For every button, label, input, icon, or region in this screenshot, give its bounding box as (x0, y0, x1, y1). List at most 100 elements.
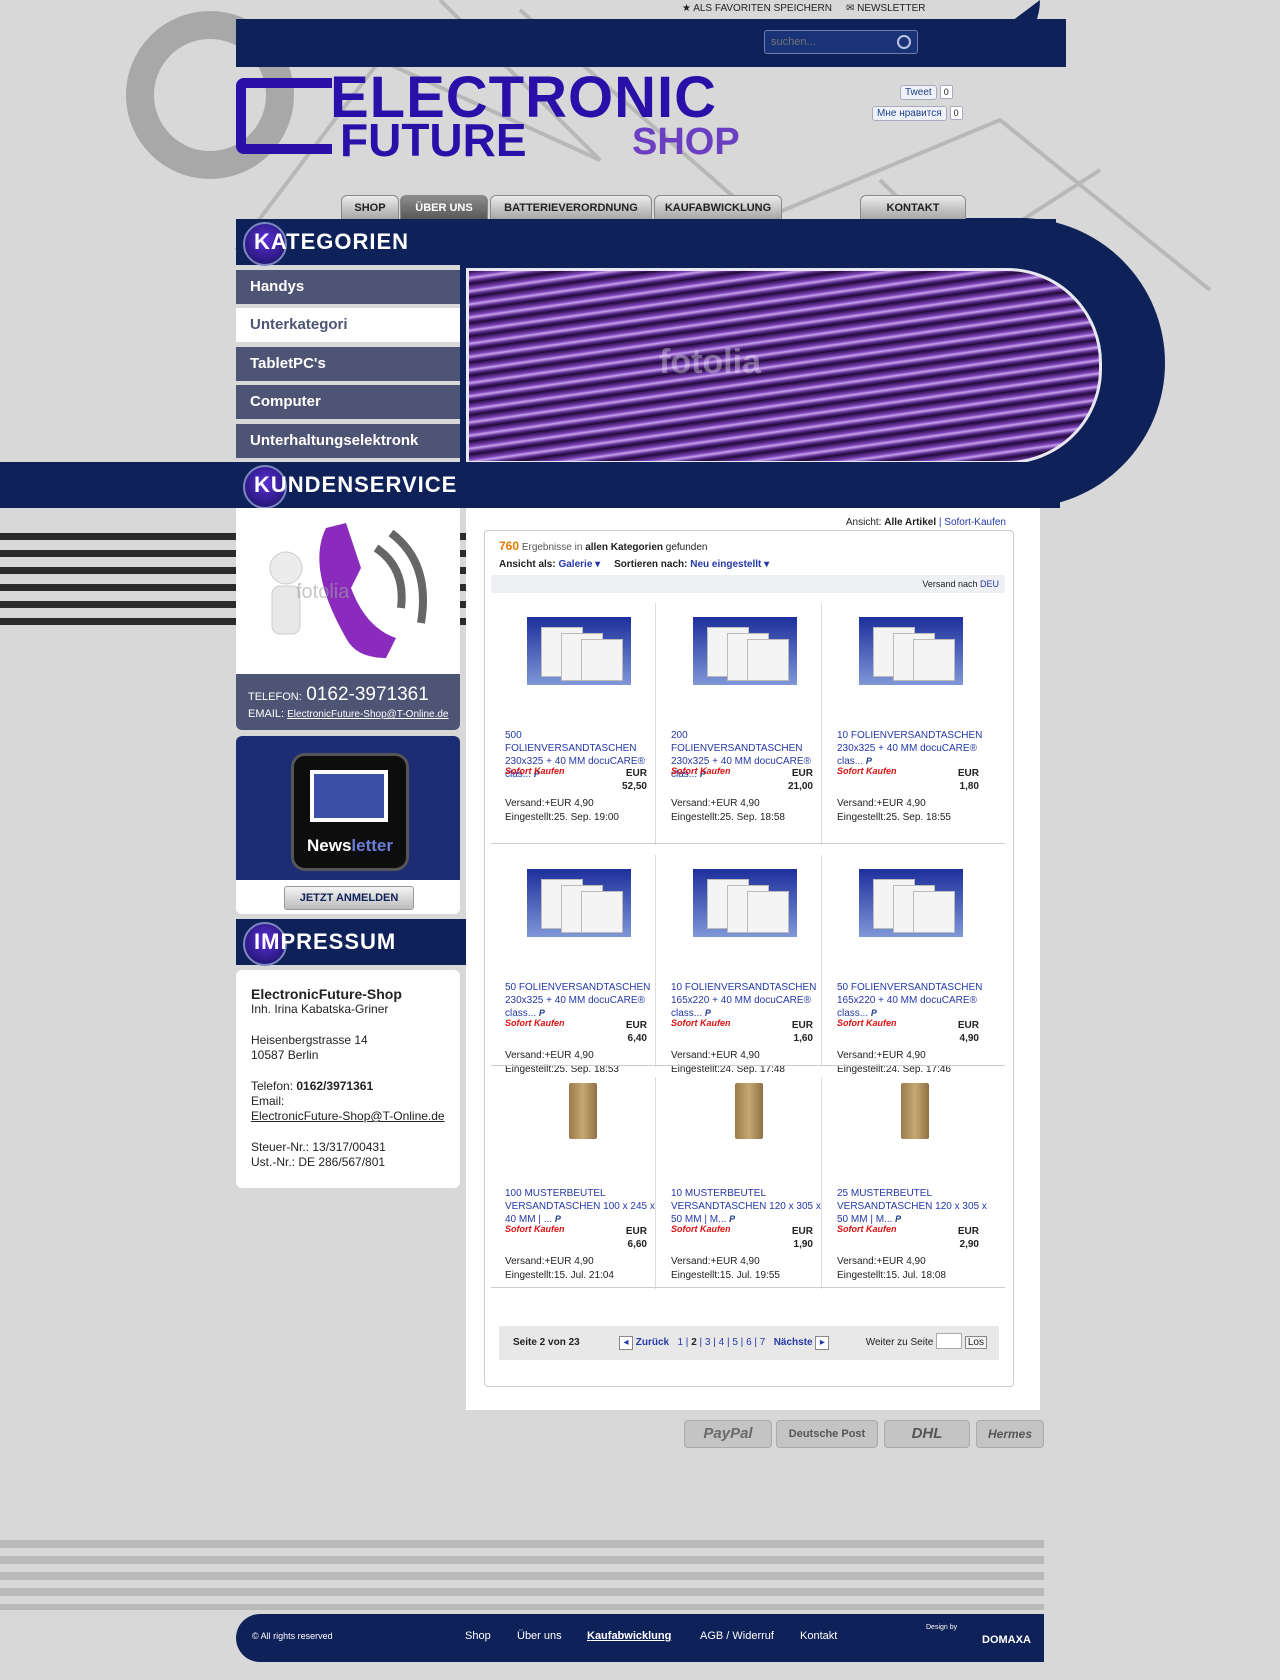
impressum-email[interactable]: ElectronicFuture-Shop@T-Online.de (251, 1109, 445, 1123)
product-envelope-image[interactable] (859, 869, 963, 937)
tab-shop[interactable]: SHOP (341, 195, 399, 222)
design-by: Design by (926, 1624, 958, 1631)
product-title[interactable]: 10 FOLIENVERSANDTASCHEN 230x325 + 40 MM … (837, 729, 987, 768)
footer-link-shop[interactable]: Shop (465, 1630, 491, 1642)
product-card[interactable]: 10 MUSTERBEUTEL VERSANDTASCHEN 120 x 305… (663, 1077, 822, 1289)
favorites-link[interactable]: ★ ALS FAVORITEN SPEICHERN (682, 3, 832, 14)
product-info: Versand:+EUR 4,90 Eingestellt:15. Jul. 19… (671, 1255, 780, 1283)
tweet-button[interactable]: Tweet (900, 85, 937, 100)
product-price: EUR 4,90 (957, 1020, 979, 1044)
product-card[interactable]: 100 MUSTERBEUTEL VERSANDTASCHEN 100 x 24… (497, 1077, 656, 1289)
tab-ueber-uns[interactable]: ÜBER UNS (400, 195, 488, 222)
signup-button[interactable]: JETZT ANMELDEN (284, 886, 414, 910)
product-shipping: Versand:+EUR 4,90 (505, 798, 594, 809)
newsletter-word1: News (307, 836, 352, 855)
category-handys[interactable]: Handys (236, 270, 460, 304)
result-count: 760 (499, 539, 520, 553)
product-bag-image[interactable] (569, 1083, 597, 1139)
ship-country[interactable]: DEU (980, 579, 1005, 589)
search-input[interactable] (765, 31, 893, 53)
domaxa-logo[interactable]: DOMAXA (982, 1634, 1031, 1646)
product-title[interactable]: 10 MUSTERBEUTEL VERSANDTASCHEN 120 x 305… (671, 1187, 821, 1226)
categories-title: KATEGORIEN (254, 229, 410, 254)
product-card[interactable]: 50 FOLIENVERSANDTASCHEN 230x325 + 40 MM … (497, 855, 656, 1075)
banner-watermark: fotolia (659, 343, 761, 381)
newsletter-link[interactable]: ✉ NEWSLETTER (846, 3, 926, 14)
like-button[interactable]: Мне нравится (872, 106, 947, 121)
prev-arrow-icon[interactable]: ◂ (619, 1336, 633, 1350)
product-envelope-image[interactable] (859, 617, 963, 685)
hermes-logo: Hermes (976, 1420, 1044, 1448)
product-envelope-image[interactable] (527, 617, 631, 685)
product-card[interactable]: 500 FOLIENVERSANDTASCHEN 230x325 + 40 MM… (497, 603, 656, 845)
impressum-city: 10587 Berlin (251, 1048, 319, 1062)
stripe (0, 1540, 1044, 1548)
product-card[interactable]: 200 FOLIENVERSANDTASCHEN 230x325 + 40 MM… (663, 603, 822, 845)
product-info: Versand:+EUR 4,90 Eingestellt:25. Sep. 19… (505, 797, 619, 825)
product-listed: Eingestellt:15. Jul. 19:55 (671, 1270, 780, 1281)
page-info: Seite 2 von 23 (513, 1337, 580, 1348)
product-info: Versand:+EUR 4,90 Eingestellt:25. Sep. 18… (505, 1049, 619, 1077)
sofort-kaufen-badge: Sofort Kaufen (671, 1224, 731, 1234)
page-separator: | (751, 1337, 760, 1348)
email-link[interactable]: ElectronicFuture-Shop@T-Online.de (287, 709, 448, 720)
row-divider (491, 843, 1005, 844)
product-card[interactable]: 10 FOLIENVERSANDTASCHEN 165x220 + 40 MM … (663, 855, 822, 1075)
star-icon: ★ (682, 3, 691, 14)
page-separator: | (737, 1337, 747, 1348)
product-title[interactable]: 50 FOLIENVERSANDTASCHEN 230x325 + 40 MM … (505, 981, 655, 1020)
like-widget[interactable]: Мне нравится 0 (872, 103, 963, 121)
view-buy-link[interactable]: Sofort-Kaufen (944, 517, 1006, 528)
product-card[interactable]: 50 FOLIENVERSANDTASCHEN 165x220 + 40 MM … (829, 855, 987, 1075)
paypal-icon: P (538, 1008, 545, 1018)
product-bag-image[interactable] (735, 1083, 763, 1139)
impressum-title: IMPRESSUM (254, 929, 397, 954)
phone-label: TELEFON: (248, 691, 302, 703)
next-arrow-icon[interactable]: ▸ (815, 1336, 830, 1350)
product-title[interactable]: 100 MUSTERBEUTEL VERSANDTASCHEN 100 x 24… (505, 1187, 655, 1226)
service-watermark: fotolia (296, 581, 350, 603)
tab-kontakt[interactable]: KONTAKT (860, 195, 966, 222)
footer-link-ueber-uns[interactable]: Über uns (517, 1630, 562, 1642)
paypal-icon: P (704, 1008, 711, 1018)
search-icon[interactable] (897, 35, 911, 49)
like-count: 0 (949, 106, 963, 120)
product-shipping: Versand:+EUR 4,90 (505, 1050, 594, 1061)
product-envelope-image[interactable] (693, 617, 797, 685)
footer-link-kontakt[interactable]: Kontakt (800, 1630, 837, 1642)
product-title[interactable]: 25 MUSTERBEUTEL VERSANDTASCHEN 120 x 305… (837, 1187, 987, 1226)
sofort-kaufen-badge: Sofort Kaufen (505, 1018, 565, 1028)
view-as-select[interactable]: Galerie ▾ (558, 559, 600, 570)
newsletter-word2: letter (351, 836, 393, 855)
next-link[interactable]: Nächste (774, 1337, 813, 1348)
product-card[interactable]: 10 FOLIENVERSANDTASCHEN 230x325 + 40 MM … (829, 603, 987, 845)
product-title[interactable]: 10 FOLIENVERSANDTASCHEN 165x220 + 40 MM … (671, 981, 821, 1020)
stripe (0, 1556, 1044, 1564)
product-card[interactable]: 25 MUSTERBEUTEL VERSANDTASCHEN 120 x 305… (829, 1077, 987, 1289)
category-computer[interactable]: Computer (236, 385, 460, 419)
goto-label: Weiter zu Seite (865, 1337, 934, 1348)
view-all-link[interactable]: Alle Artikel (884, 517, 936, 528)
tweet-widget[interactable]: Tweet 0 (900, 82, 953, 100)
category-tabletpcs[interactable]: TabletPC's (236, 347, 460, 381)
footer-link-kaufabwicklung[interactable]: Kaufabwicklung (587, 1630, 671, 1642)
category-unterhaltungselektronik[interactable]: Unterhaltungselektronk (236, 424, 460, 458)
product-title[interactable]: 50 FOLIENVERSANDTASCHEN 165x220 + 40 MM … (837, 981, 987, 1020)
pagination: Seite 2 von 23 ◂ Zurück 1 | 2 | 3 | 4 | … (499, 1326, 999, 1360)
impressum-vat: Ust.-Nr.: DE 286/567/801 (251, 1155, 386, 1169)
page-link[interactable]: 7 (760, 1337, 766, 1348)
tab-kaufabwicklung[interactable]: KAUFABWICKLUNG (654, 195, 782, 222)
goto-button[interactable]: Los (964, 1336, 987, 1349)
footer-link-agb[interactable]: AGB / Widerruf (700, 1630, 774, 1642)
product-envelope-image[interactable] (527, 869, 631, 937)
product-envelope-image[interactable] (693, 869, 797, 937)
search-box (764, 30, 918, 54)
tab-batterieverordnung[interactable]: BATTERIEVERORDNUNG (490, 195, 652, 222)
prev-link[interactable]: Zurück (636, 1337, 669, 1348)
newsletter-image[interactable]: Newsletter (236, 736, 460, 880)
paypal-icon: P (554, 1214, 561, 1224)
sort-select[interactable]: Neu eingestellt ▾ (690, 559, 769, 570)
category-unterkategori[interactable]: Unterkategori (236, 308, 460, 342)
product-bag-image[interactable] (901, 1083, 929, 1139)
goto-page-input[interactable] (936, 1332, 963, 1349)
